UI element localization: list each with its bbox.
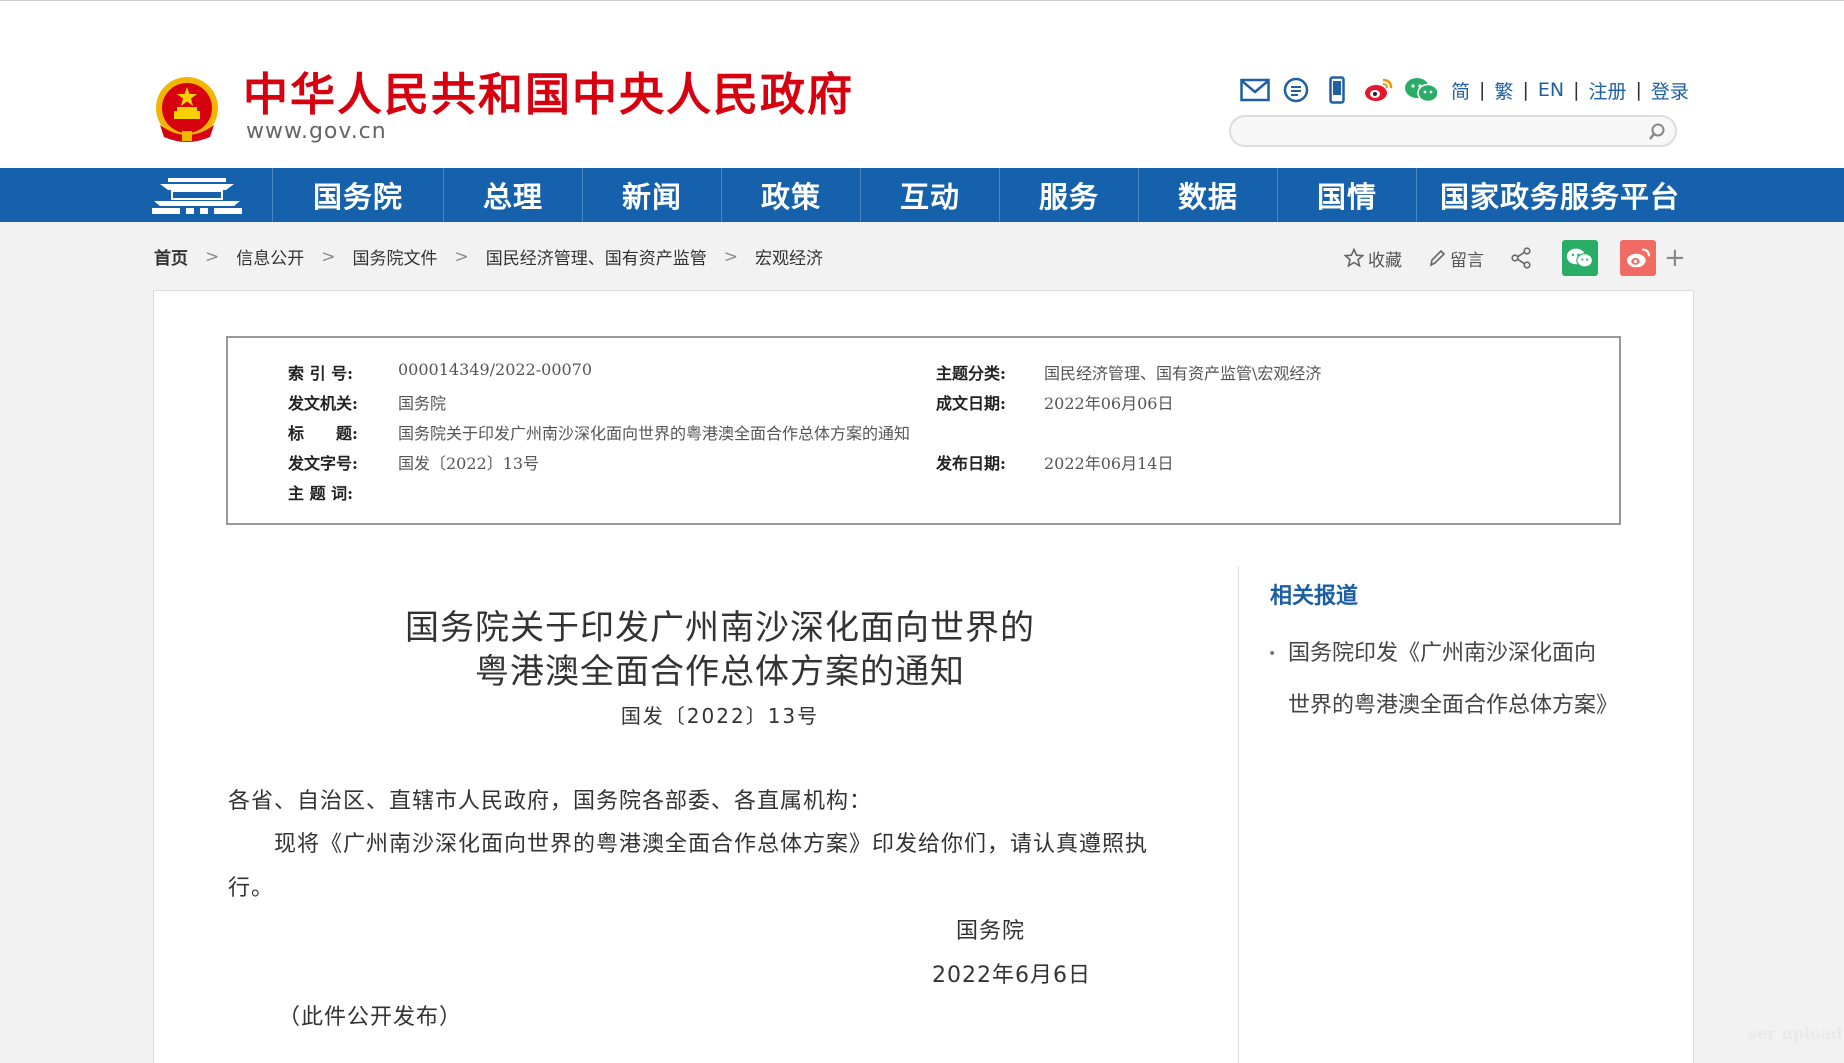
meta-category-label: 主题分类: — [936, 364, 1006, 383]
breadcrumb-home[interactable]: 首页 — [154, 244, 188, 269]
nav-item-news[interactable]: 新闻 — [582, 168, 721, 222]
mobile-icon[interactable] — [1322, 75, 1352, 105]
star-icon — [1344, 248, 1364, 268]
share-weibo-button[interactable] — [1620, 240, 1656, 276]
meta-index-value: 000014349/2022-00070 — [398, 360, 593, 379]
meta-publish-date-value: 2022年06月14日 — [1044, 454, 1174, 473]
separator: | — [1573, 79, 1580, 101]
wechat-icon — [1566, 248, 1594, 268]
nav-item-data[interactable]: 数据 — [1138, 168, 1277, 222]
meta-doc-no-value: 国发〔2022〕13号 — [398, 454, 540, 473]
main-nav: 国务院 总理 新闻 政策 互动 服务 数据 国情 国家政务服务平台 — [0, 168, 1844, 222]
bullet-icon: • — [1268, 646, 1277, 662]
page-tools: 收藏 留言 + — [1344, 238, 1686, 278]
national-emblem-icon[interactable] — [152, 75, 222, 145]
meta-category-value: 国民经济管理、国有资产监管\宏观经济 — [1044, 364, 1322, 383]
meta-doc-no-label: 发文字号: — [288, 454, 358, 473]
article-title-line-1: 国务院关于印发广州南沙深化面向世界的 — [405, 608, 1035, 648]
favorite-button[interactable]: 收藏 — [1344, 246, 1402, 271]
article-signature: 国务院 — [956, 919, 1026, 944]
article-title: 国务院关于印发广州南沙深化面向世界的 粤港澳全面合作总体方案的通知 — [352, 606, 1088, 694]
weibo-icon[interactable] — [1363, 75, 1393, 105]
mail-icon[interactable] — [1240, 75, 1270, 105]
related-report-link[interactable]: 国务院印发《广州南沙深化面向世界的粤港澳全面合作总体方案》 — [1288, 628, 1618, 732]
language-links: 简 | 繁 | EN | 注册 | 登录 — [1451, 77, 1689, 104]
document-meta-box: 索 引 号: 000014349/2022-00070 主题分类: 国民经济管理… — [226, 336, 1621, 525]
breadcrumb-state-council-docs[interactable]: 国务院文件 — [353, 244, 438, 269]
breadcrumb-info-disclosure[interactable]: 信息公开 — [236, 244, 304, 269]
more-share-icon[interactable]: + — [1664, 245, 1686, 271]
lang-simplified-link[interactable]: 简 — [1451, 77, 1470, 104]
chevron-right-icon: > — [321, 246, 336, 267]
nav-item-services[interactable]: 服务 — [999, 168, 1138, 222]
favorite-label: 收藏 — [1368, 250, 1402, 271]
chevron-right-icon: > — [205, 246, 220, 267]
lang-traditional-link[interactable]: 繁 — [1494, 77, 1513, 104]
watermark-text: ser upload — [1748, 1024, 1843, 1043]
nav-item-gov-service-platform[interactable]: 国家政务服务平台 — [1416, 168, 1703, 222]
breadcrumb: 首页 > 信息公开 > 国务院文件 > 国民经济管理、国有资产监管 > 宏观经济 — [154, 244, 823, 270]
message-icon[interactable] — [1281, 75, 1311, 105]
site-header: 中华人民共和国中央人民政府 www.gov.cn 简 | 繁 | EN | 注册… — [0, 1, 1844, 168]
sidebar-divider — [1238, 566, 1239, 1063]
separator: | — [1635, 79, 1642, 101]
site-name[interactable]: 中华人民共和国中央人民政府 — [243, 69, 854, 121]
register-link[interactable]: 注册 — [1588, 77, 1626, 104]
share-wechat-button[interactable] — [1562, 240, 1598, 276]
tiananmen-icon[interactable] — [150, 174, 244, 216]
login-link[interactable]: 登录 — [1651, 77, 1689, 104]
separator: | — [1522, 79, 1529, 101]
article-body-line-2: 行。 — [228, 876, 275, 901]
share-icon — [1511, 247, 1531, 269]
nav-items: 国务院 总理 新闻 政策 互动 服务 数据 国情 国家政务服务平台 — [272, 168, 1703, 222]
search-input[interactable] — [1245, 117, 1639, 147]
meta-issuer-label: 发文机关: — [288, 394, 358, 413]
article-note: （此件公开发布） — [278, 1005, 463, 1030]
site-url: www.gov.cn — [246, 119, 387, 144]
chevron-right-icon: > — [454, 246, 469, 267]
meta-written-date-value: 2022年06月06日 — [1044, 394, 1174, 413]
pencil-icon — [1429, 249, 1446, 267]
article-doc-number: 国发〔2022〕13号 — [620, 704, 820, 728]
top-links: 简 | 繁 | EN | 注册 | 登录 — [1240, 75, 1689, 105]
separator: | — [1479, 79, 1486, 101]
weibo-icon — [1627, 248, 1651, 268]
meta-title-label: 标 题: — [288, 424, 358, 443]
meta-issuer-value: 国务院 — [398, 394, 447, 413]
related-reports-title: 相关报道 — [1270, 583, 1359, 609]
share-button[interactable] — [1510, 247, 1536, 269]
breadcrumb-economy-management[interactable]: 国民经济管理、国有资产监管 — [486, 244, 707, 269]
search-box — [1229, 115, 1677, 147]
wechat-icon[interactable] — [1404, 75, 1440, 105]
comment-button[interactable]: 留言 — [1428, 246, 1484, 271]
meta-keywords-label: 主 题 词: — [288, 484, 354, 503]
meta-publish-date-label: 发布日期: — [936, 454, 1006, 473]
article-salutation: 各省、自治区、直辖市人民政府，国务院各部委、各直属机构： — [228, 789, 873, 814]
breadcrumb-macro-economy[interactable]: 宏观经济 — [755, 244, 823, 269]
meta-index-label: 索 引 号: — [288, 364, 354, 383]
article-date: 2022年6月6日 — [932, 963, 1091, 988]
meta-title-value: 国务院关于印发广州南沙深化面向世界的粤港澳全面合作总体方案的通知 — [398, 424, 911, 443]
article-body-line-1: 现将《广州南沙深化面向世界的粤港澳全面合作总体方案》印发给你们，请认真遵照执 — [228, 832, 1149, 857]
lang-english-link[interactable]: EN — [1538, 79, 1564, 101]
chevron-right-icon: > — [723, 246, 738, 267]
search-icon[interactable] — [1647, 122, 1667, 142]
nav-item-policy[interactable]: 政策 — [721, 168, 860, 222]
comment-label: 留言 — [1450, 250, 1484, 271]
nav-item-national-info[interactable]: 国情 — [1277, 168, 1416, 222]
nav-item-state-council[interactable]: 国务院 — [272, 168, 443, 222]
meta-written-date-label: 成文日期: — [936, 394, 1006, 413]
article-title-line-2: 粤港澳全面合作总体方案的通知 — [475, 652, 965, 692]
nav-item-premier[interactable]: 总理 — [443, 168, 582, 222]
nav-item-interaction[interactable]: 互动 — [860, 168, 999, 222]
